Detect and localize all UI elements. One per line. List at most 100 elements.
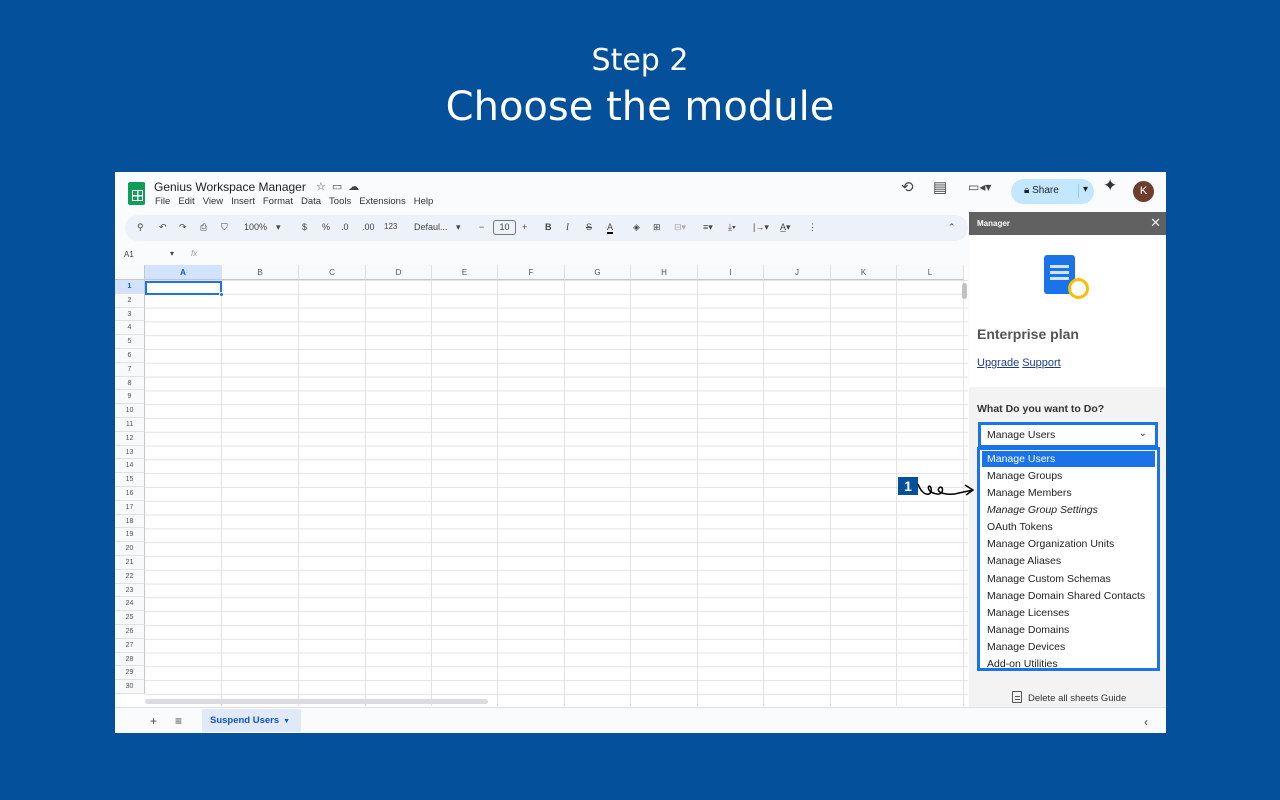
borders-icon[interactable]: ⊞ xyxy=(653,222,661,233)
menu-data[interactable]: Data xyxy=(301,196,321,207)
menu-help[interactable]: Help xyxy=(414,196,434,207)
row-header[interactable]: 3 xyxy=(115,307,145,322)
option-manage-aliases[interactable]: Manage Aliases xyxy=(982,553,1155,569)
move-folder-icon[interactable]: ▭ xyxy=(332,181,348,193)
column-header[interactable]: A xyxy=(145,265,222,280)
row-header[interactable]: 23 xyxy=(115,583,145,598)
row-header[interactable]: 13 xyxy=(115,445,145,460)
italic-button[interactable]: I xyxy=(566,222,569,232)
horizontal-scrollbar[interactable] xyxy=(145,699,488,704)
currency-format-button[interactable]: $ xyxy=(302,222,307,232)
gemini-icon[interactable]: ✦ xyxy=(1103,176,1117,196)
menu-format[interactable]: Format xyxy=(263,196,293,207)
column-header[interactable]: D xyxy=(366,265,432,280)
strikethrough-icon[interactable]: S xyxy=(586,222,592,232)
cells-area[interactable] xyxy=(145,280,968,706)
column-header[interactable]: C xyxy=(299,265,366,280)
paint-format-icon[interactable]: ⛉ xyxy=(221,222,228,233)
font-size-input[interactable]: 10 xyxy=(493,220,516,235)
close-icon[interactable]: ✕ xyxy=(1150,215,1161,231)
row-header[interactable]: 8 xyxy=(115,376,145,391)
redo-icon[interactable]: ↷ xyxy=(179,222,187,233)
option-manage-domain-shared-contacts[interactable]: Manage Domain Shared Contacts xyxy=(982,588,1155,604)
merge-cells-icon[interactable]: ⊟▾ xyxy=(674,222,686,233)
option-manage-members[interactable]: Manage Members xyxy=(982,485,1155,501)
menu-view[interactable]: View xyxy=(203,196,223,207)
column-header[interactable]: E xyxy=(432,265,498,280)
text-wrap-icon[interactable]: |→▾ xyxy=(753,222,769,233)
column-header[interactable]: J xyxy=(764,265,831,280)
version-history-icon[interactable]: ⟲ xyxy=(901,178,914,196)
row-header[interactable]: 5 xyxy=(115,335,145,349)
upgrade-link[interactable]: Upgrade xyxy=(977,357,1019,369)
sheet-tab-active[interactable]: Suspend Users ▼ xyxy=(202,709,301,732)
print-icon[interactable]: ⎙ xyxy=(200,222,207,233)
option-addon-utilities[interactable]: Add-on Utilities xyxy=(982,656,1155,672)
column-header[interactable]: G xyxy=(565,265,631,280)
decrease-decimal-button[interactable]: .0 xyxy=(341,222,349,232)
row-header[interactable]: 25 xyxy=(115,611,145,625)
row-header[interactable]: 20 xyxy=(115,542,145,556)
fill-color-icon[interactable]: ◈ xyxy=(633,222,640,233)
row-header[interactable]: 17 xyxy=(115,500,145,515)
active-cell[interactable] xyxy=(145,281,222,295)
spreadsheet-grid[interactable]: ABCDEFGHIJKL 1 2 3 4 5 6 7 8 9 10 11 12 13 14 15 16 17 18… xyxy=(115,265,968,706)
row-header[interactable]: 7 xyxy=(115,362,145,377)
row-header[interactable]: 2 xyxy=(115,293,145,308)
row-header[interactable]: 29 xyxy=(115,666,145,681)
option-manage-domains[interactable]: Manage Domains xyxy=(982,622,1155,638)
star-icon[interactable]: ☆ xyxy=(316,181,332,193)
row-header[interactable]: 14 xyxy=(115,459,145,474)
collapse-panel-icon[interactable]: ‹ xyxy=(1144,715,1148,729)
row-header[interactable]: 10 xyxy=(115,404,145,418)
name-box-caret-icon[interactable]: ▾ xyxy=(170,249,174,258)
row-header[interactable]: 6 xyxy=(115,349,145,363)
text-rotation-icon[interactable]: A̲▾ xyxy=(780,222,791,233)
vertical-scrollbar[interactable] xyxy=(962,283,967,299)
document-title[interactable]: Genius Workspace Manager xyxy=(154,180,306,194)
row-header[interactable]: 18 xyxy=(115,514,145,529)
column-header[interactable]: F xyxy=(498,265,565,280)
row-header[interactable]: 28 xyxy=(115,652,145,667)
sheet-tab-caret-icon[interactable]: ▼ xyxy=(283,718,290,725)
increase-decimal-button[interactable]: .00 xyxy=(362,222,375,232)
add-sheet-icon[interactable]: + xyxy=(150,714,157,728)
row-header[interactable]: 24 xyxy=(115,597,145,612)
share-button[interactable]: 🔒︎ Share ▾ xyxy=(1011,179,1094,204)
text-color-button[interactable]: A xyxy=(607,222,614,234)
align-horizontal-icon[interactable]: ≡▾ xyxy=(703,222,713,233)
row-header[interactable]: 26 xyxy=(115,625,145,639)
align-vertical-icon[interactable]: ⤓▾ xyxy=(728,222,736,233)
option-oauth-tokens[interactable]: OAuth Tokens xyxy=(982,519,1155,535)
zoom-caret-icon[interactable]: ▾ xyxy=(276,222,281,233)
undo-icon[interactable]: ↶ xyxy=(159,222,167,233)
delete-sheets-guide-link[interactable]: Delete all sheets Guide xyxy=(1012,691,1126,704)
cloud-status-icon[interactable]: ☁ xyxy=(348,181,365,193)
row-header[interactable]: 15 xyxy=(115,473,145,487)
meet-icon[interactable]: ▭◂▾ xyxy=(968,180,991,194)
number-format-button[interactable]: 123 xyxy=(384,222,397,231)
font-size-increase-icon[interactable]: + xyxy=(522,222,527,232)
column-header[interactable]: K xyxy=(831,265,897,280)
row-header[interactable]: 22 xyxy=(115,569,145,584)
row-header[interactable]: 11 xyxy=(115,418,145,432)
name-box[interactable]: A1 xyxy=(124,250,134,259)
font-select[interactable]: Defaul... xyxy=(414,222,448,232)
menu-insert[interactable]: Insert xyxy=(231,196,255,207)
more-options-icon[interactable]: ⋮ xyxy=(808,222,817,233)
row-header[interactable]: 12 xyxy=(115,431,145,446)
font-caret-icon[interactable]: ▾ xyxy=(456,222,461,233)
zoom-select[interactable]: 100% xyxy=(244,222,267,232)
option-manage-devices[interactable]: Manage Devices xyxy=(982,639,1155,655)
menu-file[interactable]: File xyxy=(155,196,170,207)
collapse-toolbar-icon[interactable]: ⌃ xyxy=(948,222,956,233)
row-header[interactable]: 4 xyxy=(115,321,145,336)
row-header[interactable]: 9 xyxy=(115,390,145,405)
menu-edit[interactable]: Edit xyxy=(178,196,194,207)
option-manage-groups[interactable]: Manage Groups xyxy=(982,468,1155,484)
select-all-corner[interactable] xyxy=(115,265,145,280)
bold-button[interactable]: B xyxy=(545,222,552,232)
option-manage-licenses[interactable]: Manage Licenses xyxy=(982,605,1155,621)
search-menus-icon[interactable]: ⚲ xyxy=(137,222,144,233)
row-header[interactable]: 16 xyxy=(115,487,145,501)
